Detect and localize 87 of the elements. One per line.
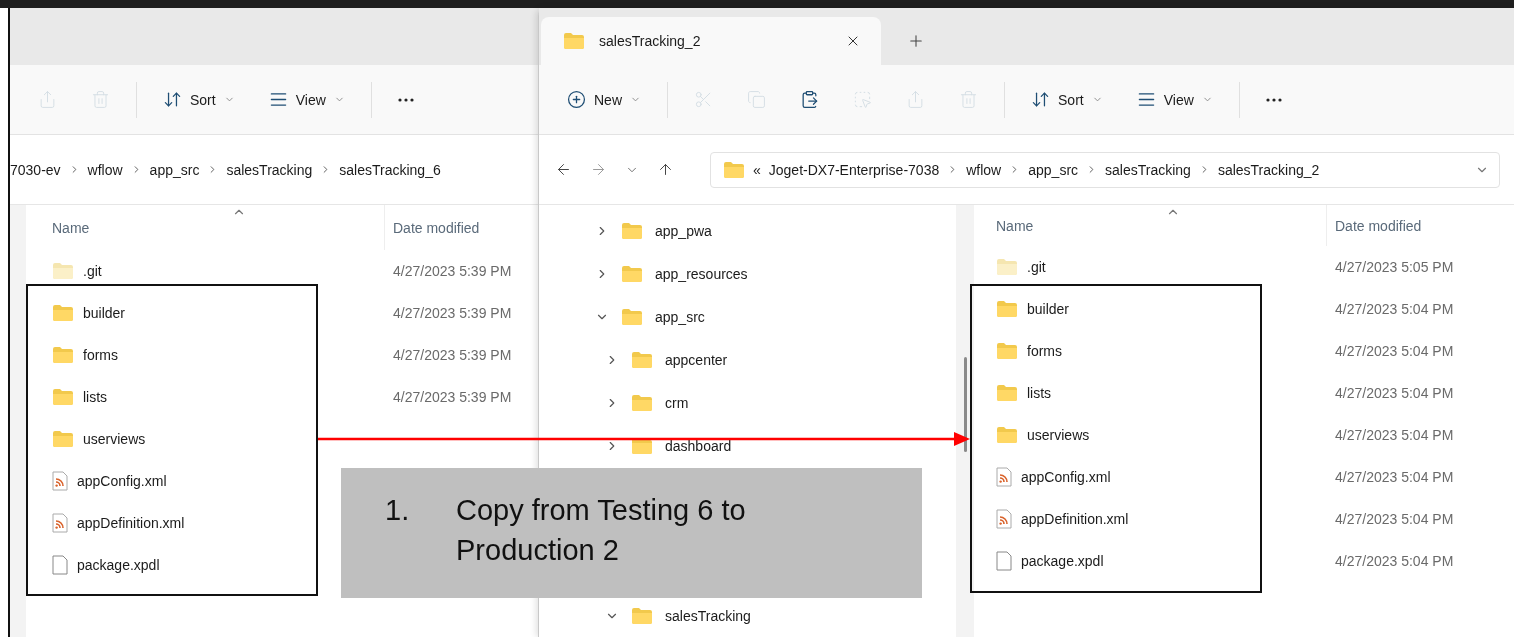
- sort-button[interactable]: Sort: [1017, 81, 1117, 118]
- xml-file-icon: [52, 513, 68, 533]
- sort-button[interactable]: Sort: [149, 81, 249, 118]
- file-name[interactable]: package.xpdl: [996, 551, 1104, 571]
- date-modified: 4/27/2023 5:04 PM: [1334, 343, 1455, 359]
- column-header[interactable]: Name: [52, 205, 384, 250]
- breadcrumb-item[interactable]: wflow: [87, 161, 123, 178]
- file-name[interactable]: forms: [996, 342, 1062, 360]
- folder-icon: [52, 388, 74, 406]
- breadcrumb-item[interactable]: wflow: [966, 161, 1002, 178]
- tree-item-label[interactable]: dashboard: [665, 437, 732, 454]
- xml-file-icon: [52, 471, 68, 491]
- step-number: 1.: [385, 493, 411, 528]
- tree-item-label[interactable]: appcenter: [665, 351, 728, 368]
- date-modified: 4/27/2023 5:04 PM: [1334, 469, 1455, 485]
- add-tab-icon[interactable]: [907, 32, 925, 50]
- file-name[interactable]: appDefinition.xml: [996, 509, 1129, 529]
- folder-icon: [631, 393, 653, 412]
- column-header[interactable]: Name: [996, 205, 1326, 246]
- callout-text: Copy from Testing 6 to Production 2: [456, 493, 747, 568]
- tree-item-label[interactable]: app_resources: [655, 265, 748, 282]
- file-name[interactable]: builder: [996, 300, 1070, 318]
- date-modified: 4/27/2023 5:05 PM: [1334, 259, 1455, 275]
- view-button[interactable]: View: [254, 81, 359, 118]
- file-icon: [52, 555, 68, 575]
- file-name[interactable]: builder: [52, 304, 126, 322]
- breadcrumb-item[interactable]: app_src: [1028, 161, 1079, 178]
- tree-item-label[interactable]: salesTracking: [665, 607, 751, 624]
- folder-icon: [621, 221, 643, 240]
- date-modified: 4/27/2023 5:04 PM: [1334, 553, 1455, 569]
- date-modified: 4/27/2023 5:04 PM: [1334, 301, 1455, 317]
- overflow-mark[interactable]: «: [753, 161, 761, 178]
- new-button[interactable]: New: [553, 81, 655, 118]
- folder-icon: [996, 300, 1018, 318]
- file-icon: [996, 551, 1012, 571]
- file-name[interactable]: lists: [52, 388, 108, 406]
- breadcrumb-item[interactable]: salesTracking_2: [1217, 161, 1320, 178]
- folder-icon: [621, 307, 643, 326]
- folder-icon: [563, 32, 585, 50]
- breadcrumb-item[interactable]: app_src: [149, 161, 200, 178]
- breadcrumb-item[interactable]: salesTracking_6: [339, 161, 441, 178]
- folder-icon: [996, 384, 1018, 402]
- forward-arrow-icon[interactable]: [590, 161, 607, 178]
- date-modified: 4/27/2023 5:39 PM: [392, 305, 513, 321]
- xml-file-icon: [996, 467, 1012, 487]
- breadcrumb-item[interactable]: salesTracking: [226, 161, 313, 178]
- tab[interactable]: salesTracking_2: [541, 17, 881, 65]
- scrollbar-thumb[interactable]: [963, 357, 967, 452]
- breadcrumb-item[interactable]: Joget-DX7-Enterprise-7038: [768, 161, 940, 178]
- column-header[interactable]: Date modified: [1326, 205, 1432, 246]
- folder-icon: [996, 342, 1018, 360]
- folder-icon: [52, 262, 74, 280]
- xml-file-icon: [996, 509, 1012, 529]
- date-modified: 4/27/2023 5:39 PM: [392, 347, 513, 363]
- file-name[interactable]: appConfig.xml: [52, 471, 167, 491]
- folder-icon: [52, 430, 74, 448]
- file-name[interactable]: userviews: [52, 430, 146, 448]
- file-name[interactable]: userviews: [996, 426, 1090, 444]
- folder-icon: [723, 160, 745, 179]
- date-modified: 4/27/2023 5:39 PM: [392, 389, 513, 405]
- breadcrumb-item[interactable]: salesTracking: [1105, 161, 1191, 178]
- date-modified: 4/27/2023 5:04 PM: [1334, 385, 1455, 401]
- breadcrumb-item[interactable]: 7030-ev: [10, 161, 61, 178]
- tree-item-label[interactable]: crm: [665, 394, 689, 411]
- folder-icon: [996, 258, 1018, 276]
- date-modified: 4/27/2023 5:04 PM: [1334, 427, 1455, 443]
- file-name[interactable]: appDefinition.xml: [52, 513, 185, 533]
- file-name[interactable]: forms: [52, 346, 118, 364]
- folder-icon: [52, 346, 74, 364]
- file-name[interactable]: .git: [52, 262, 102, 280]
- file-name[interactable]: package.xpdl: [52, 555, 160, 575]
- tree-item-label[interactable]: app_src: [655, 308, 705, 325]
- file-name[interactable]: lists: [996, 384, 1052, 402]
- address-bar[interactable]: « Joget-DX7-Enterprise-7038 wflow app_src salesTracking salesTracking_2: [710, 151, 1500, 188]
- folder-icon: [996, 426, 1018, 444]
- folder-icon: [52, 304, 74, 322]
- folder-icon: [631, 350, 653, 369]
- folder-icon: [631, 606, 653, 625]
- date-modified: 4/27/2023 5:39 PM: [392, 263, 513, 279]
- file-name[interactable]: appConfig.xml: [996, 467, 1111, 487]
- view-button[interactable]: View: [1122, 81, 1227, 118]
- back-arrow-icon[interactable]: [555, 161, 572, 178]
- tree-item-label[interactable]: app_pwa: [655, 222, 712, 239]
- date-modified: 4/27/2023 5:04 PM: [1334, 511, 1455, 527]
- folder-icon: [621, 264, 643, 283]
- file-name[interactable]: .git: [996, 258, 1046, 276]
- column-header[interactable]: Date modified: [384, 205, 490, 250]
